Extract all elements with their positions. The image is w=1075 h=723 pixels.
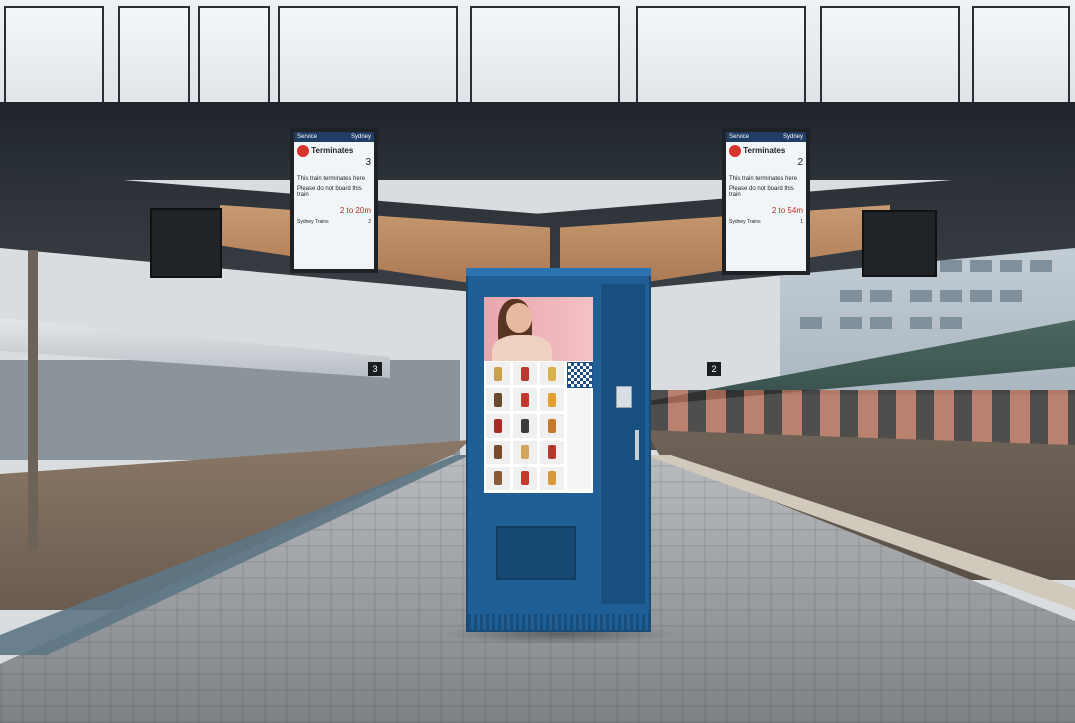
utility-pole: [28, 250, 38, 550]
display-time: 2 to 54m: [771, 206, 803, 215]
roof-window: [278, 6, 458, 106]
speaker-box: [862, 210, 937, 277]
door-handle: [635, 430, 639, 460]
product-tile[interactable]: [486, 388, 510, 412]
product-tile[interactable]: [486, 440, 510, 464]
product-tile[interactable]: [513, 362, 537, 386]
station-platform-scene: Service Sydney Terminates 3 This train te…: [0, 0, 1075, 723]
product-tile[interactable]: [540, 414, 564, 438]
cart-panel: [567, 389, 591, 489]
card-reader[interactable]: [616, 386, 632, 408]
speaker-box: [150, 208, 222, 278]
display-title: Terminates: [743, 146, 786, 156]
product-tile[interactable]: [513, 466, 537, 490]
product-tile[interactable]: [540, 440, 564, 464]
display-message: This train terminates here: [729, 176, 798, 182]
product-tile[interactable]: [540, 362, 564, 386]
product-tile[interactable]: [513, 414, 537, 438]
roof-window: [4, 6, 104, 106]
platform-number-sign: 2: [707, 362, 721, 376]
departure-display-right: Service Sydney Terminates 2 This train te…: [722, 128, 810, 275]
kiosk-advertisement: [484, 297, 593, 361]
product-tile[interactable]: [513, 440, 537, 464]
product-tile[interactable]: [486, 362, 510, 386]
far-left-platform: [0, 360, 460, 460]
pickup-slot[interactable]: [496, 526, 576, 580]
display-platform: 3: [365, 157, 371, 168]
departure-display-left: Service Sydney Terminates 3 This train te…: [290, 128, 378, 273]
stop-icon: [729, 145, 741, 157]
display-title: Terminates: [311, 146, 354, 156]
display-message: This train terminates here: [297, 176, 366, 182]
stop-icon: [297, 145, 309, 157]
display-message: Please do not board this train: [729, 186, 794, 198]
kiosk-top-cap: [466, 268, 651, 276]
roof-window: [972, 6, 1070, 106]
platform-number-sign: 3: [368, 362, 382, 376]
roof-window: [636, 6, 806, 106]
display-time: 2 to 20m: [339, 206, 371, 215]
kiosk-vent: [468, 614, 649, 630]
display-header: Service Sydney: [726, 132, 806, 142]
product-tile[interactable]: [513, 388, 537, 412]
roof-window: [118, 6, 190, 106]
roof-window: [198, 6, 270, 106]
product-grid: [486, 362, 564, 490]
product-tile[interactable]: [540, 466, 564, 490]
product-tile[interactable]: [540, 388, 564, 412]
qr-code: [567, 362, 593, 388]
roof-window: [820, 6, 960, 106]
product-tile[interactable]: [486, 466, 510, 490]
roof-structure: [0, 102, 1075, 180]
roof-window: [470, 6, 620, 106]
display-header: Service Sydney: [294, 132, 374, 142]
product-tile[interactable]: [486, 414, 510, 438]
display-platform: 2: [797, 157, 803, 168]
display-message: Please do not board this train: [297, 186, 362, 198]
